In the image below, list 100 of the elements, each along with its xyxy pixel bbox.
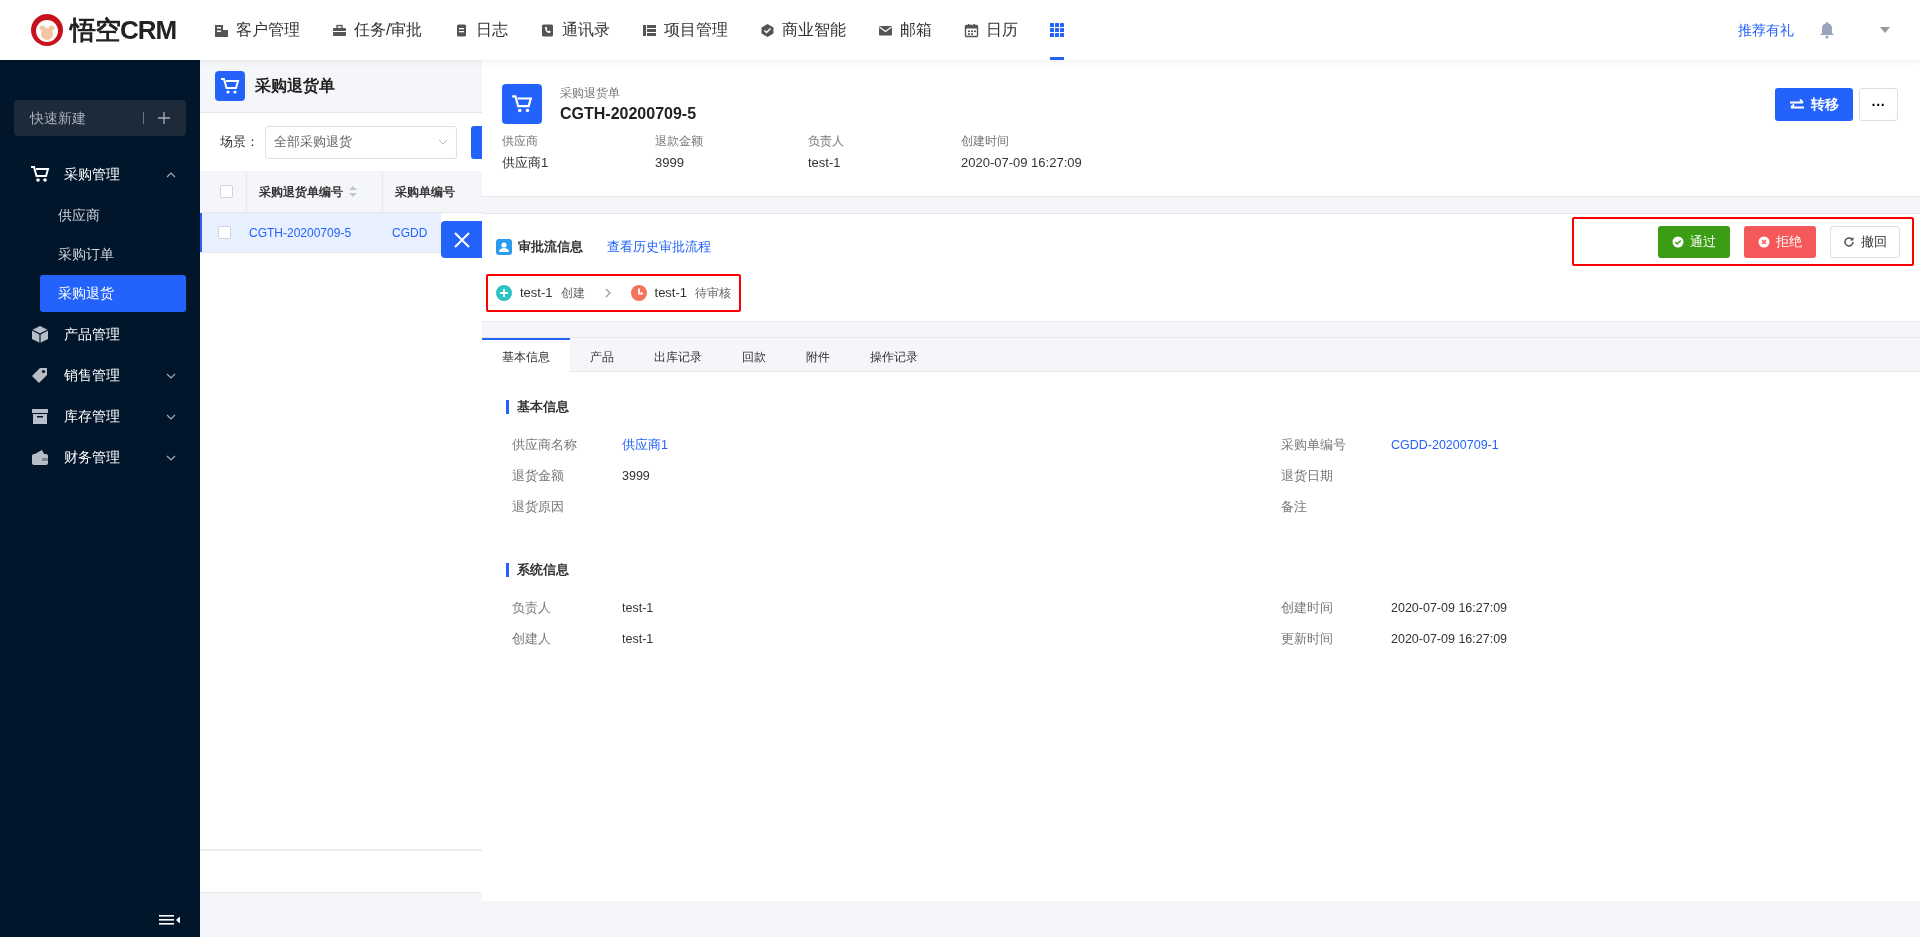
section-title: 系统信息 [506, 563, 1890, 577]
logo-text: 悟空CRM [70, 13, 177, 47]
field-link[interactable]: 供应商1 [622, 436, 668, 455]
table-cell[interactable]: CGDD [381, 223, 441, 242]
cube-icon [30, 325, 50, 344]
field-label: 退货原因 [512, 499, 565, 517]
scene-select[interactable]: 全部采购退货 [265, 125, 457, 159]
submenu-item[interactable]: 采购退货 [40, 275, 186, 312]
check-circle-icon [1672, 235, 1684, 248]
list-icon [642, 22, 658, 38]
submenu-item[interactable]: 采购订单 [40, 236, 186, 273]
shield-check-icon [760, 22, 776, 38]
sort-icon [348, 186, 357, 197]
phone-book-icon [540, 22, 556, 38]
close-button[interactable] [441, 221, 482, 258]
x-circle-icon [1758, 235, 1770, 248]
monkey-logo-icon [30, 13, 64, 47]
field-label: 退货金额 [512, 468, 565, 486]
close-icon [453, 231, 470, 248]
field-label: 负责人 [808, 133, 845, 150]
field-label: 更新时间 [1281, 631, 1334, 649]
step-user: test-1 [520, 284, 553, 303]
tab[interactable]: 回款 [722, 338, 786, 373]
field-label: 采购单编号 [1281, 437, 1347, 455]
collapse-menu-icon[interactable] [159, 915, 180, 925]
nav-item[interactable]: 任务/审批 [332, 0, 423, 60]
tab[interactable]: 附件 [786, 338, 850, 373]
building-icon [214, 22, 229, 38]
revoke-button[interactable]: 撤回 [1830, 225, 1900, 258]
field-value: 2020-07-09 16:27:09 [961, 154, 1083, 172]
field-value: 供应商1 [502, 154, 550, 172]
step-status: 待审核 [695, 285, 732, 302]
step-status: 创建 [560, 285, 585, 302]
table-row[interactable]: CGTH-20200709-5 CGDD [200, 213, 441, 253]
table-cell[interactable]: CGTH-20200709-5 [244, 223, 381, 242]
column-header[interactable]: 采购退货单编号 [245, 170, 383, 213]
nav-item[interactable]: 邮箱 [878, 0, 933, 60]
section-title: 基本信息 [506, 400, 1890, 414]
scene-label: 场景： [220, 133, 259, 152]
chevron-right-icon [604, 288, 611, 298]
grid-icon [1050, 23, 1065, 37]
swap-icon [1789, 98, 1805, 111]
field-value: test-1 [808, 154, 842, 172]
field-value: 3999 [655, 154, 685, 172]
field-label: 创建时间 [1281, 600, 1334, 618]
nav-item[interactable]: 商业智能 [760, 0, 847, 60]
nav-item[interactable]: 日志 [454, 0, 509, 60]
field-label: 退货日期 [1281, 468, 1334, 486]
submenu-item[interactable]: 供应商 [40, 197, 186, 234]
section-title: 审批流信息 [518, 238, 583, 257]
page-title: 采购退货单 [255, 76, 335, 97]
nav-item[interactable]: 日历 [964, 0, 1019, 60]
select-all-checkbox[interactable] [220, 185, 233, 198]
record-number: CGTH-20200709-5 [560, 104, 697, 124]
field-label: 创建时间 [961, 133, 1010, 150]
field-value: test-1 [622, 600, 654, 618]
user-icon [496, 239, 512, 255]
more-button[interactable]: ··· [1859, 88, 1898, 121]
refresh-icon [1843, 235, 1855, 248]
quick-create-button[interactable]: 快速新建 [14, 100, 186, 136]
action-button[interactable] [471, 125, 482, 159]
field-label: 创建人 [512, 631, 552, 649]
tag-icon [30, 366, 50, 385]
step-user: test-1 [654, 284, 688, 303]
row-checkbox[interactable] [218, 226, 231, 239]
bell-icon[interactable] [1818, 21, 1836, 39]
tab[interactable]: 基本信息 [482, 338, 570, 373]
field-label: 备注 [1281, 499, 1308, 517]
menu-item[interactable]: 库存管理 [0, 396, 200, 437]
tab[interactable]: 操作记录 [850, 338, 938, 373]
field-value: 2020-07-09 16:27:09 [1391, 631, 1508, 649]
field-label: 退款金额 [655, 133, 704, 150]
field-value: test-1 [622, 631, 654, 649]
field-link[interactable]: CGDD-20200709-1 [1391, 436, 1499, 455]
archive-icon [30, 407, 50, 426]
field-label: 供应商 [502, 133, 539, 150]
chevron-down-icon [438, 139, 448, 145]
menu-item[interactable]: 销售管理 [0, 355, 200, 396]
cart-icon [215, 71, 245, 101]
dropdown-caret-icon[interactable] [1880, 27, 1890, 33]
history-link[interactable]: 查看历史审批流程 [607, 237, 711, 257]
tab[interactable]: 产品 [570, 338, 634, 373]
menu-item[interactable]: 产品管理 [0, 314, 200, 355]
calendar-icon [964, 22, 980, 38]
field-label: 供应商名称 [512, 437, 578, 455]
field-value: 2020-07-09 16:27:09 [1391, 600, 1508, 618]
nav-item[interactable]: 项目管理 [642, 0, 729, 60]
plus-icon [158, 112, 170, 124]
menu-item[interactable]: 采购管理 [0, 154, 200, 195]
cart-icon [502, 84, 542, 124]
nav-item[interactable]: 客户管理 [214, 0, 300, 60]
tab[interactable]: 出库记录 [634, 338, 722, 373]
field-value: 3999 [622, 468, 650, 486]
menu-item[interactable]: 财务管理 [0, 437, 200, 478]
referral-link[interactable]: 推荐有礼 [1738, 19, 1794, 41]
nav-item[interactable]: 通讯录 [540, 0, 611, 60]
transfer-button[interactable]: 转移 [1775, 88, 1853, 121]
record-type: 采购退货单 [560, 85, 621, 102]
wallet-icon [30, 448, 50, 467]
field-label: 负责人 [512, 600, 552, 618]
